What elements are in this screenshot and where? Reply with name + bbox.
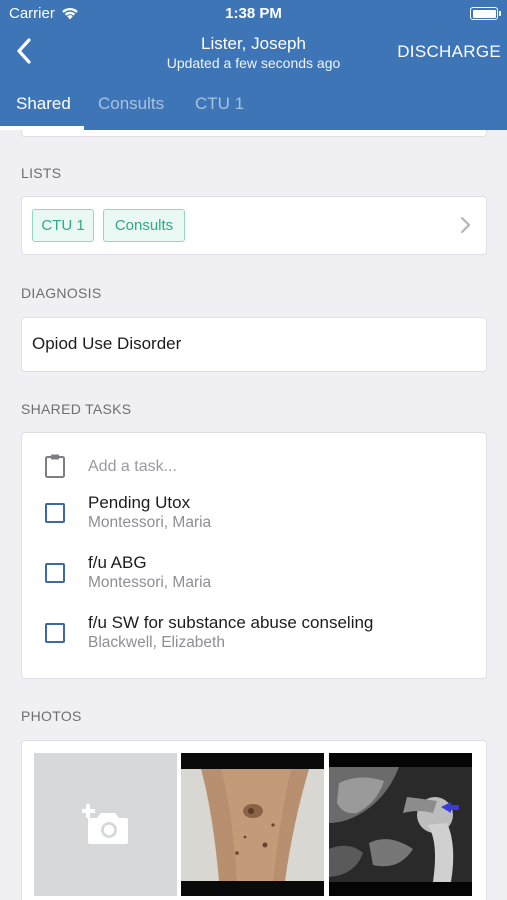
task-checkbox[interactable] (45, 623, 65, 643)
clipboard-icon (45, 454, 65, 478)
photos-section-label: PHOTOS (21, 708, 82, 724)
task-row[interactable]: Pending Utox Montessori, Maria (22, 493, 486, 549)
tab-ctu-1[interactable]: CTU 1 (195, 94, 244, 114)
card-stub (21, 130, 487, 137)
leg-wound-photo[interactable] (181, 753, 324, 896)
chevron-right-icon (460, 216, 471, 234)
task-title: Pending Utox (88, 493, 191, 512)
status-bar: Carrier 1:38 PM (0, 0, 507, 28)
tab-consults[interactable]: Consults (98, 94, 164, 114)
task-row[interactable]: f/u SW for substance abuse conseling Bla… (22, 613, 486, 669)
lists-section-label: LISTS (21, 165, 62, 181)
app-header: Carrier 1:38 PM Lister, Joseph Updated a… (0, 0, 507, 130)
shared-tasks-section-label: SHARED TASKS (21, 401, 132, 417)
nav-bar: Lister, Joseph Updated a few seconds ago… (0, 28, 507, 78)
task-assignee: Montessori, Maria (88, 514, 212, 531)
lists-card[interactable]: CTU 1 Consults (21, 196, 487, 255)
battery-icon (470, 7, 501, 20)
status-time: 1:38 PM (225, 5, 282, 22)
list-chip-consults[interactable]: Consults (103, 209, 185, 242)
diagnosis-value: Opiod Use Disorder (32, 334, 182, 353)
task-checkbox[interactable] (45, 563, 65, 583)
hip-xray-image (329, 753, 472, 896)
leg-wound-image (181, 753, 324, 896)
add-photo-button[interactable] (34, 753, 177, 896)
task-row[interactable]: f/u ABG Montessori, Maria (22, 553, 486, 609)
hip-xray-photo[interactable] (329, 753, 472, 896)
tab-bar: Shared Consults CTU 1 (0, 84, 507, 130)
task-checkbox[interactable] (45, 503, 65, 523)
task-title: f/u SW for substance abuse conseling (88, 613, 374, 632)
task-assignee: Montessori, Maria (88, 574, 212, 591)
tab-shared[interactable]: Shared (16, 94, 71, 114)
diagnosis-card[interactable]: Opiod Use Disorder (21, 317, 487, 372)
add-photo-icon (81, 803, 128, 844)
photos-card (21, 740, 487, 900)
discharge-button[interactable]: DISCHARGE (397, 42, 501, 62)
task-title: f/u ABG (88, 553, 147, 572)
diagnosis-section-label: DIAGNOSIS (21, 285, 102, 301)
task-assignee: Blackwell, Elizabeth (88, 634, 225, 651)
shared-tasks-card: Add a task... Pending Utox Montessori, M… (21, 432, 487, 679)
list-chip-ctu-1[interactable]: CTU 1 (32, 209, 94, 242)
add-task-input[interactable]: Add a task... (88, 458, 177, 476)
